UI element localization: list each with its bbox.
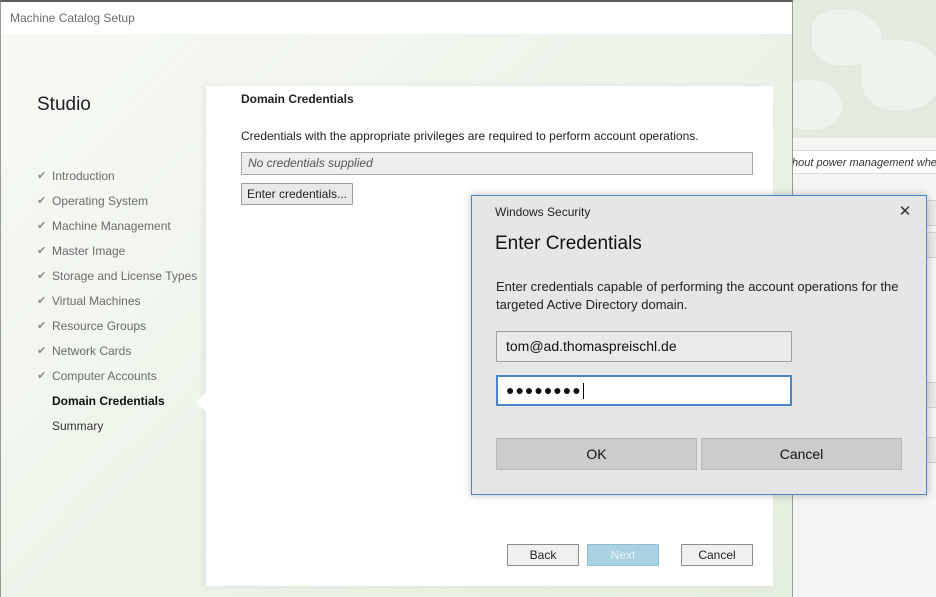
wizard-step-summary[interactable]: Summary [37,418,197,443]
password-field[interactable]: ●●●●●●●● [496,375,792,406]
checkmark-icon: ✔ [37,320,47,332]
wizard-step-label: Storage and License Types [52,269,198,283]
checkmark-icon: ✔ [37,295,47,307]
windows-security-dialog: Windows Security ✕ Enter Credentials Ent… [471,195,927,495]
window-title: Machine Catalog Setup [10,11,135,25]
back-button[interactable]: Back [507,544,579,566]
cancel-button[interactable]: Cancel [681,544,753,566]
wizard-step-computer-accounts[interactable]: ✔ Computer Accounts [37,368,197,393]
wizard-step-label: Resource Groups [52,319,147,333]
wizard-step-operating-system[interactable]: ✔ Operating System [37,193,197,218]
wizard-step-resource-groups[interactable]: ✔ Resource Groups [37,318,197,343]
studio-label: Studio [37,94,91,115]
wizard-steps-list: ✔ Introduction ✔ Operating System ✔ Machine M… [37,168,197,443]
background-decoration [792,0,936,138]
wizard-step-label: Network Cards [52,344,132,358]
dialog-heading: Enter Credentials [495,233,642,254]
wizard-step-storage-and-license-types[interactable]: ✔ Storage and License Types [37,268,197,293]
ok-button[interactable]: OK [496,438,697,470]
username-value: tom@ad.thomaspreischl.de [506,338,677,354]
dialog-cancel-button[interactable]: Cancel [701,438,902,470]
wizard-step-label: Introduction [52,169,115,183]
password-mask: ●●●●●●●● [506,382,582,398]
checkmark-icon: ✔ [37,270,47,282]
checkmark-icon: ✔ [37,170,47,182]
wizard-step-machine-management[interactable]: ✔ Machine Management [37,218,197,243]
background-status-strip: hout power management wher [792,150,936,174]
wizard-step-master-image[interactable]: ✔ Master Image [37,243,197,268]
wizard-step-virtual-machines[interactable]: ✔ Virtual Machines [37,293,197,318]
close-icon[interactable]: ✕ [894,202,916,222]
checkmark-icon: ✔ [37,370,47,382]
checkmark-icon: ✔ [37,220,47,232]
wizard-step-label: Machine Management [52,219,171,233]
checkmark-icon: ✔ [37,345,47,357]
wizard-step-label: Virtual Machines [52,294,141,308]
dialog-message: Enter credentials capable of performing … [496,279,899,312]
wizard-step-label: Master Image [52,244,126,258]
next-button[interactable]: Next [587,544,659,566]
wizard-step-label: Domain Credentials [52,394,165,408]
wizard-step-network-cards[interactable]: ✔ Network Cards [37,343,197,368]
wizard-step-introduction[interactable]: ✔ Introduction [37,168,197,193]
wizard-step-label: Summary [52,419,104,433]
checkmark-icon: ✔ [37,245,47,257]
enter-credentials-button[interactable]: Enter credentials... [241,183,353,205]
username-field[interactable]: tom@ad.thomaspreischl.de [496,331,792,362]
window-titlebar[interactable]: Machine Catalog Setup [1,2,792,34]
background-strip-text: hout power management wher [792,157,936,169]
credentials-description: Credentials with the appropriate privile… [241,129,699,143]
checkmark-icon: ✔ [37,195,47,207]
dialog-caption: Windows Security [495,205,591,219]
section-title: Domain Credentials [241,92,354,106]
text-caret [582,383,584,400]
wizard-step-domain-credentials[interactable]: Domain Credentials [37,393,197,418]
current-step-pointer [196,392,216,412]
wizard-step-label: Operating System [52,194,149,208]
wizard-step-label: Computer Accounts [52,369,157,383]
credentials-display-field: No credentials supplied [241,152,753,175]
